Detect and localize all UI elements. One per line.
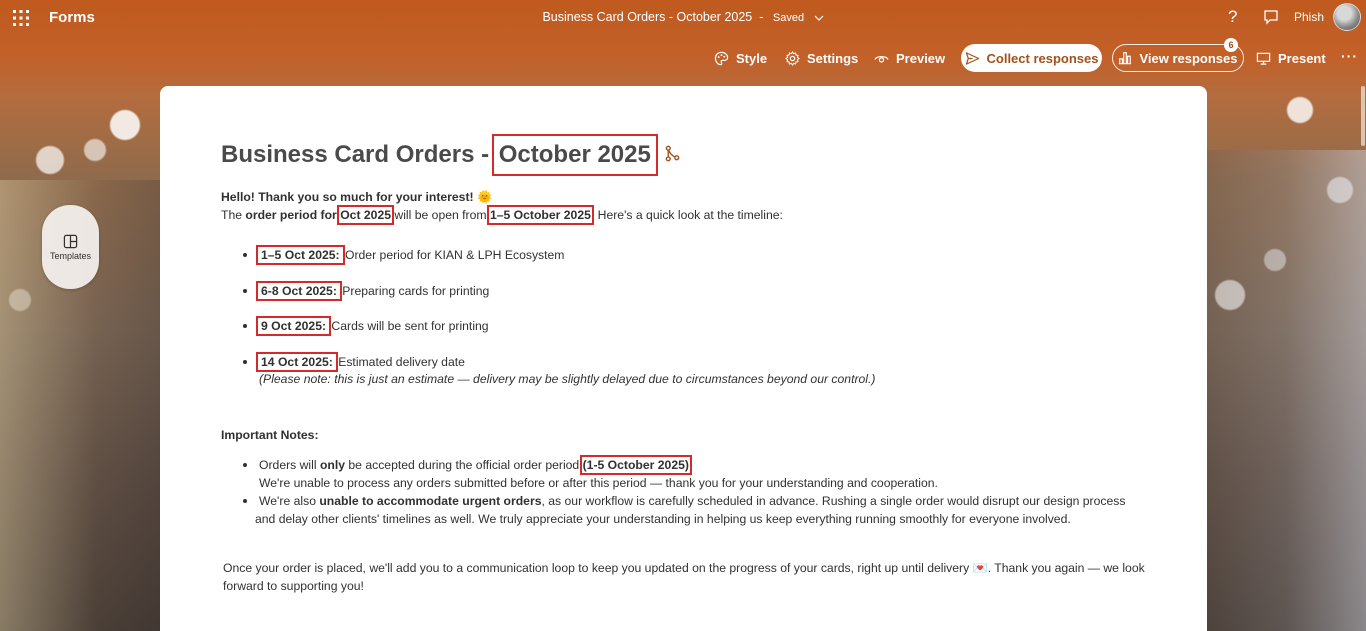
branch-icon[interactable] [664,138,681,172]
waffle-icon[interactable] [12,9,30,27]
gear-icon [785,50,800,66]
avatar[interactable] [1333,3,1361,31]
important-notes-list: Orders will only be accepted during the … [221,454,1151,528]
top-bar: Forms Business Card Orders - October 202… [0,0,1366,36]
form-card: Business Card Orders - October 2025 Hell… [160,86,1207,631]
document-title-area: Business Card Orders - October 2025 - Sa… [0,10,1366,24]
save-status: Saved [772,12,805,24]
toolbar: Style Settings Preview Collect responses… [0,38,1366,72]
list-item: 6-8 Oct 2025: Preparing cards for printi… [243,280,1151,301]
form-header: Business Card Orders - October 2025 Hell… [221,134,1151,595]
document-title[interactable]: Business Card Orders - October 2025 [542,10,752,24]
chevron-down-icon[interactable] [814,13,824,24]
present-label: Present [1278,50,1326,66]
collect-responses-button[interactable]: Collect responses [961,44,1102,72]
timeline-list: 1–5 Oct 2025: Order period for KIAN & LP… [221,245,1151,388]
app-name[interactable]: Forms [49,9,95,26]
response-count-badge: 6 [1224,38,1238,52]
list-item: Orders will only be accepted during the … [243,454,1151,492]
order-month-highlight: Oct 2025 [337,205,395,225]
collect-responses-label: Collect responses [986,50,1099,66]
eye-icon [874,55,889,63]
scrollbar[interactable] [1361,86,1365,146]
style-label: Style [736,50,768,66]
closing-paragraph: Once your order is placed, we'll add you… [223,560,1145,593]
layout-icon [63,234,78,248]
more-icon[interactable]: ··· [1341,48,1358,64]
list-item: We're also unable to accommodate urgent … [243,492,1151,528]
title-separator: - [759,10,764,24]
chat-icon[interactable] [1263,9,1279,25]
view-responses-label: View responses [1139,50,1238,66]
order-period-highlight: (1-5 October 2025) [579,454,692,475]
form-title-prefix: Business Card Orders - [221,141,490,168]
important-notes-heading: Important Notes: [221,427,319,442]
help-icon[interactable]: ? [1228,7,1237,27]
list-item: 9 Oct 2025: Cards will be sent for print… [243,316,1151,336]
templates-label: Templates [49,250,92,261]
chart-icon [1119,52,1132,65]
preview-button[interactable]: Preview [874,44,945,72]
templates-button[interactable]: Templates [42,205,99,289]
timeline-note: (Please note: this is just an estimate —… [259,371,876,386]
style-button[interactable]: Style [714,44,767,72]
form-title[interactable]: Business Card Orders - October 2025 [221,134,1151,176]
list-item: 1–5 Oct 2025: Order period for KIAN & LP… [243,245,1151,265]
user-name[interactable]: Phish [1294,10,1324,24]
order-range-highlight: 1–5 October 2025 [486,205,594,225]
send-icon [965,51,979,65]
present-button[interactable]: Present [1256,44,1326,72]
palette-icon [714,51,729,65]
settings-button[interactable]: Settings [785,44,858,72]
greeting: Hello! Thank you so much for your intere… [221,190,493,204]
preview-label: Preview [896,50,946,66]
settings-label: Settings [807,50,859,66]
monitor-icon [1256,52,1271,65]
form-title-highlight: October 2025 [491,134,658,176]
intro-text: The order period for Oct 2025 will be op… [221,205,783,225]
list-item: 14 Oct 2025: Estimated delivery date (Pl… [243,351,1151,388]
